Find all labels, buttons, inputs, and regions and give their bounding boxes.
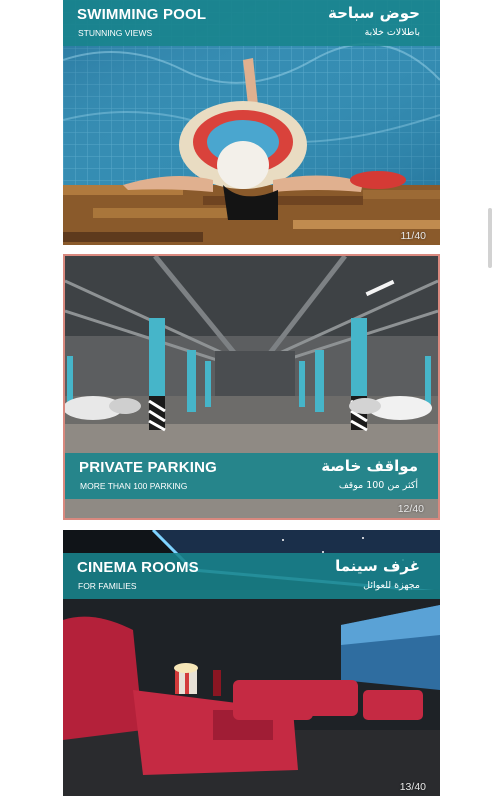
slide-subtitle-en: STUNNING VIEWS xyxy=(78,28,153,38)
slide-title-en: CINEMA ROOMS xyxy=(77,559,199,576)
slide-subtitle-ar: باطلالات خلابة xyxy=(364,27,420,38)
slide-title-ar: غرف سينما xyxy=(335,557,420,575)
slide-title-ar: حوض سباحة xyxy=(327,4,420,22)
slide-counter: 11/40 xyxy=(400,230,427,242)
slide-counter: 12/40 xyxy=(397,503,424,515)
slide-card-private-parking[interactable]: PRIVATE PARKING MORE THAN 100 PARKING مو… xyxy=(63,254,440,520)
slide-title-ar: مواقف خاصة xyxy=(321,457,418,475)
slide-banner: PRIVATE PARKING MORE THAN 100 PARKING مو… xyxy=(65,453,438,499)
slide-title-en: SWIMMING POOL xyxy=(77,6,207,23)
slide-counter: 13/40 xyxy=(399,781,426,793)
slide-card-swimming-pool[interactable]: SWIMMING POOL STUNNING VIEWS حوض سباحة ب… xyxy=(63,0,440,245)
slide-subtitle-ar: مجهزة للعوائل xyxy=(363,580,420,591)
slide-banner: CINEMA ROOMS FOR FAMILIES غرف سينما مجهز… xyxy=(63,553,440,599)
slide-card-cinema-rooms[interactable]: CINEMA ROOMS FOR FAMILIES غرف سينما مجهز… xyxy=(63,530,440,796)
slide-subtitle-ar: أكثر من 100 موقف xyxy=(338,480,418,491)
slide-title-en: PRIVATE PARKING xyxy=(79,459,218,476)
vertical-scrollbar[interactable] xyxy=(488,208,492,268)
slide-subtitle-en: FOR FAMILIES xyxy=(78,581,137,591)
slide-subtitle-en: MORE THAN 100 PARKING xyxy=(80,481,188,491)
slide-banner: SWIMMING POOL STUNNING VIEWS حوض سباحة ب… xyxy=(63,0,440,46)
